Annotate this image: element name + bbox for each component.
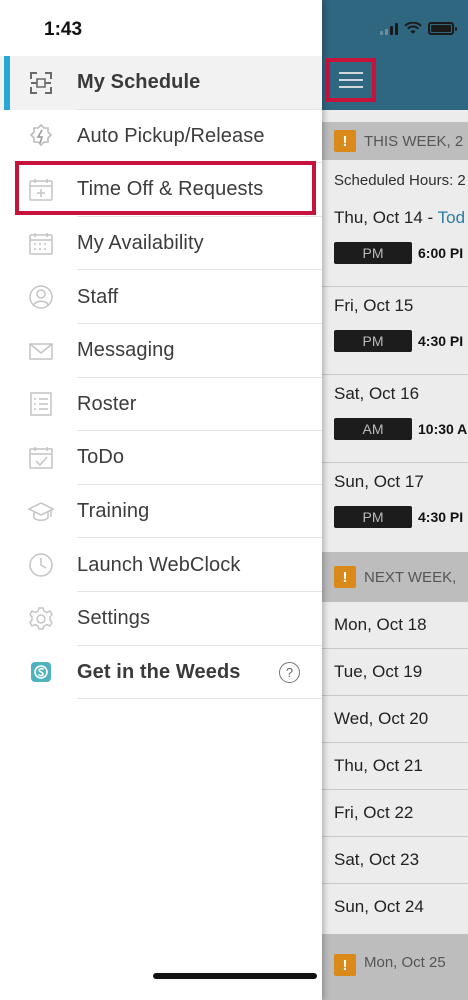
shift-time: 6:00 PI <box>418 245 464 261</box>
menu-item-label: Messaging <box>77 339 175 362</box>
menu-item-label: Time Off & Requests <box>77 178 264 201</box>
drawer-menu: My Schedule Auto Pickup/Release Time Off… <box>0 56 322 699</box>
calendar-request-icon <box>28 177 54 203</box>
checklist-icon <box>28 445 54 471</box>
menu-item-time-off-requests[interactable]: Time Off & Requests <box>0 163 322 217</box>
shift-time: 4:30 PI <box>418 509 464 525</box>
menu-item-roster[interactable]: Roster <box>0 378 322 432</box>
menu-item-label: Training <box>77 500 150 523</box>
shift-row[interactable]: PM 4:30 PI <box>334 330 463 352</box>
auto-pickup-icon <box>28 123 54 149</box>
help-icon[interactable]: ? <box>279 661 300 683</box>
home-indicator <box>153 973 317 979</box>
shift-label: PM <box>334 242 412 264</box>
wifi-icon <box>404 22 422 34</box>
menu-item-label: Launch WebClock <box>77 553 241 576</box>
cellular-signal-icon <box>380 22 398 35</box>
following-week-label: Mon, Oct 25 <box>364 954 446 971</box>
navigation-drawer: 1:43 My Schedule Auto Pickup/Release Tim… <box>0 0 322 1000</box>
menu-item-settings[interactable]: Settings <box>0 592 322 646</box>
menu-item-label: Get in the Weeds <box>77 660 241 683</box>
menu-item-training[interactable]: Training <box>0 485 322 539</box>
menu-item-label: My Availability <box>77 232 204 255</box>
divider <box>322 742 468 743</box>
weeds-logo-icon <box>28 659 54 685</box>
list-icon <box>28 391 54 417</box>
divider <box>322 883 468 884</box>
menu-item-label: Auto Pickup/Release <box>77 124 265 147</box>
shift-label: PM <box>334 330 412 352</box>
warning-icon: ! <box>334 954 356 976</box>
shift-row[interactable]: PM 6:00 PI <box>334 242 463 264</box>
divider <box>322 286 468 287</box>
divider <box>322 789 468 790</box>
day-row[interactable]: Thu, Oct 14 - Tod <box>322 208 468 228</box>
day-row[interactable]: Tue, Oct 19 <box>322 662 468 682</box>
menu-item-label: My Schedule <box>77 71 201 94</box>
menu-item-staff[interactable]: Staff <box>0 270 322 324</box>
menu-item-label: ToDo <box>77 446 125 469</box>
calendar-icon <box>28 231 54 257</box>
day-row[interactable]: Thu, Oct 21 <box>322 756 468 776</box>
warning-icon: ! <box>334 130 356 152</box>
next-week-header: ! NEXT WEEK, <box>322 552 468 602</box>
divider <box>322 648 468 649</box>
graduation-cap-icon <box>28 499 54 525</box>
divider <box>322 695 468 696</box>
menu-item-auto-pickup-release[interactable]: Auto Pickup/Release <box>0 110 322 164</box>
day-row[interactable]: Sun, Oct 24 <box>322 897 468 917</box>
day-row[interactable]: Sun, Oct 17 <box>322 472 468 492</box>
shift-label: PM <box>334 506 412 528</box>
day-row[interactable]: Sat, Oct 23 <box>322 850 468 870</box>
shift-time: 4:30 PI <box>418 333 464 349</box>
menu-item-my-schedule[interactable]: My Schedule <box>0 56 322 110</box>
shift-row[interactable]: AM 10:30 A <box>334 418 467 440</box>
schedule-grid-icon <box>28 70 54 96</box>
menu-item-messaging[interactable]: Messaging <box>0 324 322 378</box>
day-row[interactable]: Sat, Oct 16 <box>322 384 468 404</box>
battery-icon <box>428 22 457 35</box>
day-row[interactable]: Fri, Oct 15 <box>322 296 468 316</box>
person-icon <box>28 284 54 310</box>
divider <box>322 462 468 463</box>
divider <box>322 836 468 837</box>
hamburger-menu-button[interactable] <box>326 58 376 102</box>
status-icons <box>380 22 457 35</box>
this-week-header: ! THIS WEEK, 2 <box>322 122 468 160</box>
day-row[interactable]: Mon, Oct 18 <box>322 615 468 635</box>
menu-item-launch-webclock[interactable]: Launch WebClock <box>0 538 322 592</box>
menu-item-label: Staff <box>77 285 119 308</box>
next-week-label: NEXT WEEK, <box>364 568 457 586</box>
menu-item-label: Settings <box>77 607 151 630</box>
shift-time: 10:30 A <box>418 421 468 437</box>
warning-icon: ! <box>334 566 356 588</box>
envelope-icon <box>28 338 54 364</box>
day-row[interactable]: Wed, Oct 20 <box>322 709 468 729</box>
status-time: 1:43 <box>44 19 83 40</box>
shift-label: AM <box>334 418 412 440</box>
following-week-header: ! Mon, Oct 25 <box>322 934 468 1000</box>
menu-item-get-in-the-weeds[interactable]: Get in the Weeds ? <box>0 646 322 700</box>
clock-icon <box>28 552 54 578</box>
menu-item-label: Roster <box>77 392 137 415</box>
scheduled-hours: Scheduled Hours: 2 <box>334 172 466 189</box>
this-week-label: THIS WEEK, 2 <box>364 132 464 150</box>
shift-row[interactable]: PM 4:30 PI <box>334 506 463 528</box>
day-row[interactable]: Fri, Oct 22 <box>322 803 468 823</box>
menu-item-todo[interactable]: ToDo <box>0 431 322 485</box>
divider <box>322 374 468 375</box>
menu-item-my-availability[interactable]: My Availability <box>0 217 322 271</box>
gear-icon <box>28 606 54 632</box>
